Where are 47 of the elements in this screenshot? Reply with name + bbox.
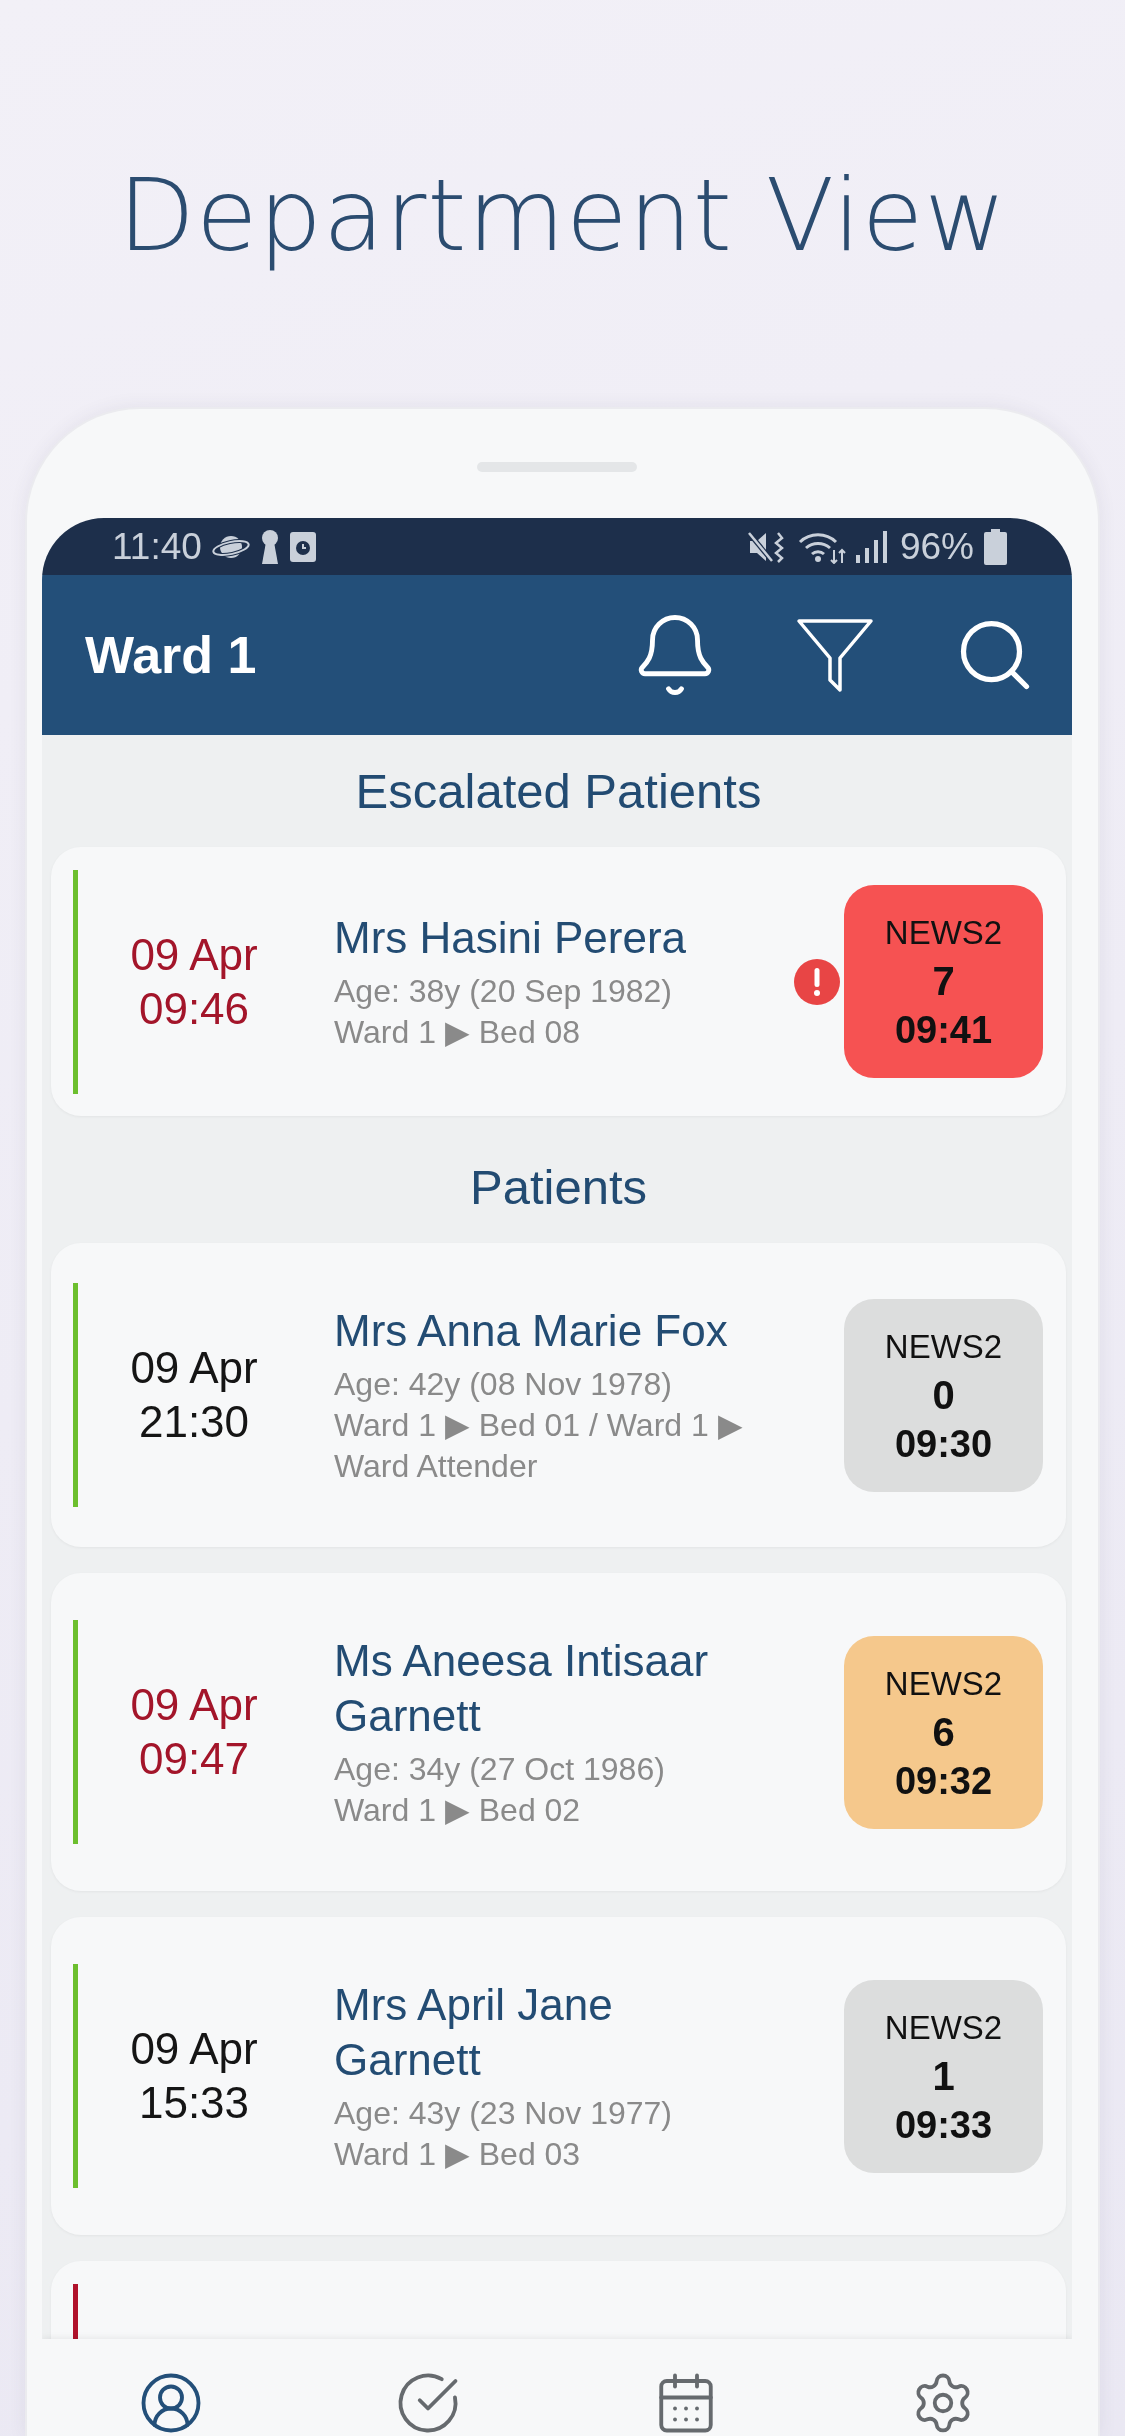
score-label: NEWS2 bbox=[884, 913, 1003, 953]
score-time: 09:33 bbox=[894, 2102, 993, 2148]
due-time: 09:47 bbox=[138, 1733, 250, 1785]
battery-percent: 96% bbox=[899, 526, 974, 567]
patient-location: Ward 1 ▶ Bed 01 / Ward 1 ▶ Ward Attender bbox=[334, 1406, 744, 1486]
score-value: 0 bbox=[932, 1371, 955, 1419]
status-time: 11:40 bbox=[112, 526, 202, 567]
page-title: Department View bbox=[117, 157, 1008, 274]
section-heading: Patients bbox=[468, 1159, 649, 1216]
score-label: NEWS2 bbox=[884, 2007, 1003, 2048]
score-label: NEWS2 bbox=[884, 1326, 1003, 1367]
patient-location: Ward 1 ▶ Bed 03 bbox=[334, 2135, 582, 2174]
due-time: 09:46 bbox=[138, 982, 250, 1035]
score-label: NEWS2 bbox=[884, 1663, 1003, 1704]
battery-icon bbox=[984, 528, 1007, 565]
patient-card[interactable]: 09 Apr 15:33 Mrs April Jane Garnett Age: 43y (23 Nov 1977) Ward 1 ▶ Bed 03 NEWS2 1 09:33 bbox=[51, 1917, 1066, 2235]
due-time: 21:30 bbox=[138, 1396, 250, 1448]
patient-name: Mrs Anna Marie Fox bbox=[334, 1305, 729, 1357]
due-time: 15:33 bbox=[138, 2077, 250, 2129]
patient-location: Ward 1 ▶ Bed 08 bbox=[334, 1013, 582, 1052]
patient-age: Age: 38y (20 Sep 1982) bbox=[334, 972, 673, 1011]
patient-age: Age: 34y (27 Oct 1986) bbox=[334, 1750, 666, 1789]
score-time: 09:32 bbox=[894, 1758, 993, 1804]
patient-name: Mrs April Jane Garnett bbox=[334, 1979, 614, 2086]
patient-location: Ward 1 ▶ Bed 02 bbox=[334, 1791, 582, 1830]
due-date: 09 Apr bbox=[130, 2023, 258, 2075]
patient-card[interactable]: 09 Apr 09:47 Ms Aneesa Intisaar Garnett Age: 34y (27 Oct 1986) Ward 1 ▶ Bed 02 NEWS2 6 09:32 bbox=[51, 1573, 1066, 1891]
score-time: 09:41 bbox=[894, 1008, 993, 1053]
patient-card[interactable]: 09 Apr 09:46 Mrs Hasini Perera Age: 38y (20 Sep 1982) Ward 1 ▶ Bed 08 NEWS2 7 09:41 bbox=[51, 847, 1066, 1116]
clock-icon bbox=[289, 531, 316, 562]
patient-age: Age: 43y (23 Nov 1977) bbox=[334, 2094, 673, 2133]
patient-card[interactable]: 09 Apr 21:30 Mrs Anna Marie Fox Age: 42y (08 Nov 1978) Ward 1 ▶ Bed 01 / Ward 1 ▶ Ward Attender NEWS2 0 09:30 bbox=[51, 1243, 1066, 1547]
section-heading: Escalated Patients bbox=[354, 763, 763, 820]
patient-name: Ms Aneesa Intisaar Garnett bbox=[334, 1635, 710, 1742]
score-value: 6 bbox=[932, 1708, 955, 1756]
filter-icon bbox=[796, 616, 874, 694]
due-date: 09 Apr bbox=[130, 1342, 258, 1394]
score-value: 1 bbox=[932, 2052, 955, 2100]
due-date: 09 Apr bbox=[130, 1679, 258, 1731]
patient-name: Mrs Hasini Perera bbox=[334, 912, 688, 964]
signal-icon bbox=[855, 530, 890, 563]
due-date: 09 Apr bbox=[130, 928, 258, 981]
score-time: 09:30 bbox=[894, 1421, 993, 1467]
keyhole-icon bbox=[259, 529, 280, 564]
header-title: Ward 1 bbox=[85, 625, 257, 685]
patient-age: Age: 42y (08 Nov 1978) bbox=[334, 1365, 673, 1404]
score-value: 7 bbox=[932, 958, 955, 1005]
